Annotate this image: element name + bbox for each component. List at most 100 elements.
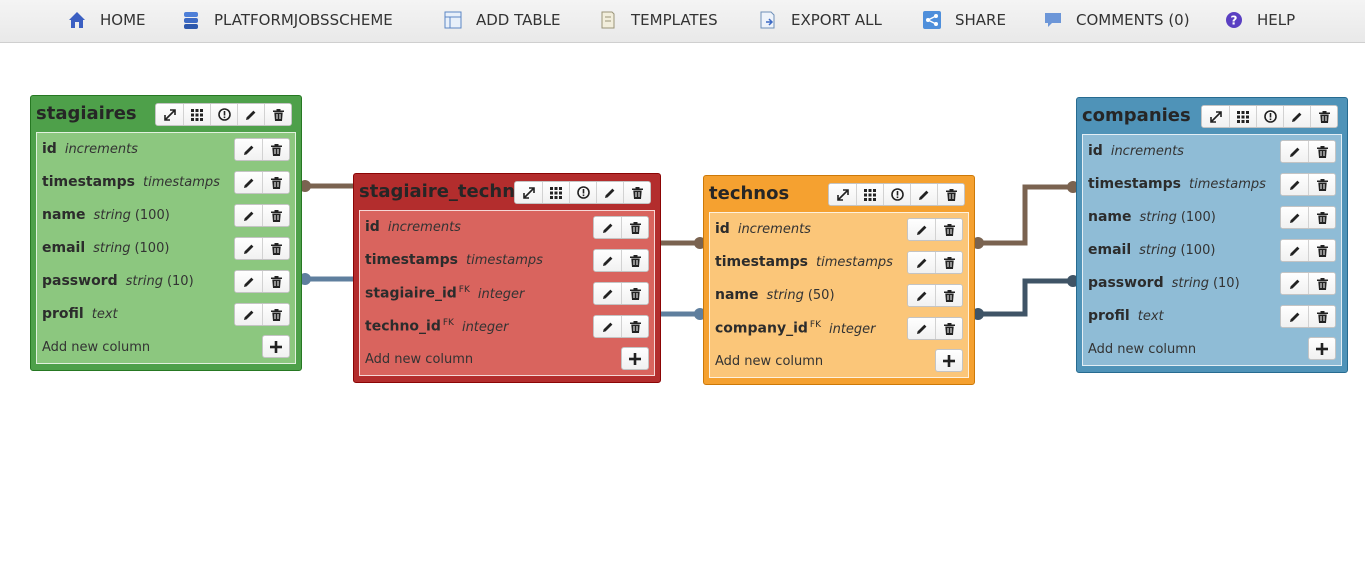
delete-column-button[interactable] xyxy=(1308,141,1335,162)
edit-column-button[interactable] xyxy=(594,316,621,337)
delete-column-button[interactable] xyxy=(1308,306,1335,327)
delete-column-button[interactable] xyxy=(262,139,289,160)
column-row: id increments xyxy=(1083,135,1336,168)
delete-table-button[interactable] xyxy=(264,104,291,125)
info-icon xyxy=(576,186,590,199)
edit-table-button[interactable] xyxy=(237,104,264,125)
delete-table-button[interactable] xyxy=(623,182,650,203)
table-technos[interactable]: technos id increments timestamps timestamps… xyxy=(703,175,975,385)
column-name-text: profil xyxy=(42,306,84,322)
edit-column-button[interactable] xyxy=(908,285,935,306)
grid-button[interactable] xyxy=(542,182,569,203)
delete-column-button[interactable] xyxy=(1308,174,1335,195)
edit-column-button[interactable] xyxy=(594,250,621,271)
grid-button[interactable] xyxy=(856,184,883,205)
column-name: timestamps timestamps xyxy=(1088,176,1266,192)
delete-column-button[interactable] xyxy=(935,252,962,273)
delete-column-button[interactable] xyxy=(621,217,648,238)
edit-column-button[interactable] xyxy=(908,252,935,273)
add-column-button[interactable] xyxy=(1308,337,1336,360)
edit-column-button[interactable] xyxy=(908,219,935,240)
trash-icon xyxy=(629,320,641,333)
delete-column-button[interactable] xyxy=(1308,240,1335,261)
edit-column-button[interactable] xyxy=(1281,174,1308,195)
delete-column-button[interactable] xyxy=(935,318,962,339)
delete-column-button[interactable] xyxy=(935,219,962,240)
add-new-column-link[interactable]: Add new column xyxy=(715,354,823,369)
grid-button[interactable] xyxy=(1229,106,1256,127)
delete-column-button[interactable] xyxy=(621,250,648,271)
edit-column-button[interactable] xyxy=(1281,273,1308,294)
nav-templates[interactable]: TEMPLATES xyxy=(598,9,718,31)
info-button[interactable] xyxy=(569,182,596,203)
table-companies[interactable]: companies id increments timestamps timestam… xyxy=(1076,97,1348,373)
expand-button[interactable] xyxy=(515,182,542,203)
add-column-button[interactable] xyxy=(935,349,963,372)
delete-column-button[interactable] xyxy=(935,285,962,306)
delete-table-button[interactable] xyxy=(937,184,964,205)
edit-column-button[interactable] xyxy=(235,205,262,226)
table-stagiaires[interactable]: stagiaires id increments timestamps timesta… xyxy=(30,95,302,371)
delete-column-button[interactable] xyxy=(262,205,289,226)
add-column-button[interactable] xyxy=(621,347,649,370)
edit-column-button[interactable] xyxy=(1281,240,1308,261)
delete-table-button[interactable] xyxy=(1310,106,1337,127)
nav-comments[interactable]: COMMENTS (0) xyxy=(1043,9,1190,31)
table-header[interactable]: companies xyxy=(1077,98,1347,134)
info-button[interactable] xyxy=(883,184,910,205)
edit-table-button[interactable] xyxy=(1283,106,1310,127)
column-name: profil text xyxy=(1088,308,1164,324)
column-actions xyxy=(593,315,649,338)
edit-column-button[interactable] xyxy=(235,139,262,160)
table-stagiaire-techno[interactable]: stagiaire_techno id increments timestamps t… xyxy=(353,173,661,383)
delete-column-button[interactable] xyxy=(262,304,289,325)
expand-button[interactable] xyxy=(1202,106,1229,127)
expand-button[interactable] xyxy=(829,184,856,205)
add-new-column-link[interactable]: Add new column xyxy=(1088,342,1196,357)
delete-column-button[interactable] xyxy=(1308,207,1335,228)
nav-home[interactable]: HOME xyxy=(67,9,146,31)
add-new-column-link[interactable]: Add new column xyxy=(365,352,473,367)
grid-button[interactable] xyxy=(183,104,210,125)
delete-column-button[interactable] xyxy=(262,271,289,292)
add-column-button[interactable] xyxy=(262,335,290,358)
edit-table-button[interactable] xyxy=(910,184,937,205)
column-type: timestamps xyxy=(466,253,543,268)
edit-column-button[interactable] xyxy=(1281,141,1308,162)
table-header[interactable]: technos xyxy=(704,176,974,212)
column-type: timestamps xyxy=(816,255,893,270)
edit-column-button[interactable] xyxy=(235,304,262,325)
info-button[interactable] xyxy=(210,104,237,125)
edit-column-button[interactable] xyxy=(908,318,935,339)
edit-column-button[interactable] xyxy=(594,217,621,238)
edit-column-button[interactable] xyxy=(594,283,621,304)
column-size: (10) xyxy=(166,274,194,289)
delete-column-button[interactable] xyxy=(1308,273,1335,294)
delete-column-button[interactable] xyxy=(262,238,289,259)
nav-export-all[interactable]: EXPORT ALL xyxy=(758,9,882,31)
expand-icon xyxy=(522,186,535,199)
edit-column-button[interactable] xyxy=(1281,306,1308,327)
add-new-column-link[interactable]: Add new column xyxy=(42,340,150,355)
edit-table-button[interactable] xyxy=(596,182,623,203)
pencil-icon xyxy=(243,210,255,222)
edit-column-button[interactable] xyxy=(235,172,262,193)
expand-button[interactable] xyxy=(156,104,183,125)
nav-share[interactable]: SHARE xyxy=(922,9,1006,31)
delete-column-button[interactable] xyxy=(621,316,648,337)
table-header[interactable]: stagiaire_techno xyxy=(354,174,660,210)
delete-column-button[interactable] xyxy=(262,172,289,193)
edit-column-button[interactable] xyxy=(1281,207,1308,228)
table-header[interactable]: stagiaires xyxy=(31,96,301,132)
nav-help[interactable]: ? HELP xyxy=(1224,9,1295,31)
delete-column-button[interactable] xyxy=(621,283,648,304)
nav-platformjobsscheme[interactable]: PLATFORMJOBSSCHEME xyxy=(181,9,393,31)
column-name: password string (10) xyxy=(1088,275,1240,291)
edit-column-button[interactable] xyxy=(235,238,262,259)
column-name-text: company_id xyxy=(715,320,808,337)
column-actions xyxy=(234,138,290,161)
info-button[interactable] xyxy=(1256,106,1283,127)
column-type: string xyxy=(766,288,804,303)
edit-column-button[interactable] xyxy=(235,271,262,292)
nav-add-table[interactable]: ADD TABLE xyxy=(443,9,561,31)
